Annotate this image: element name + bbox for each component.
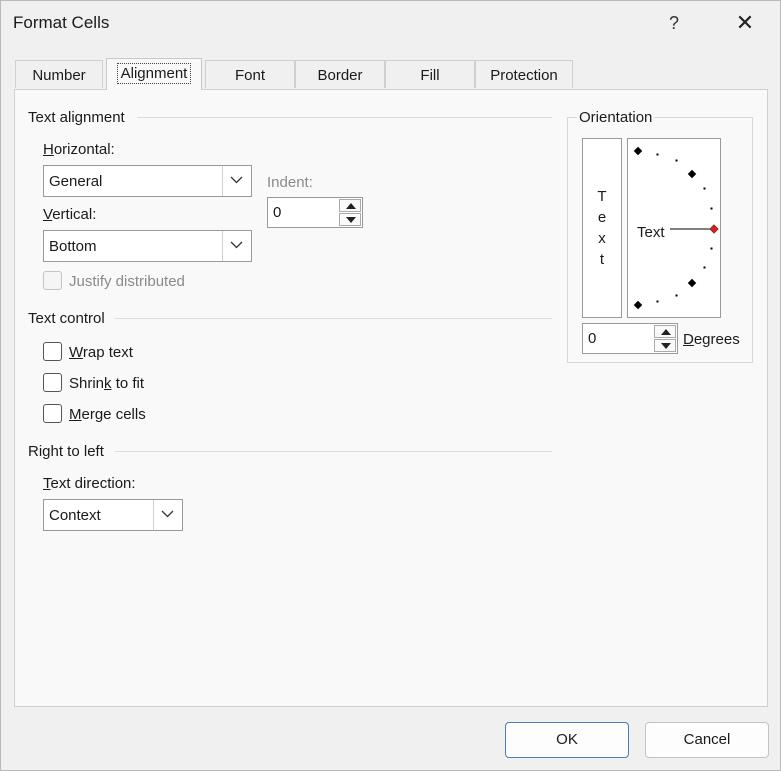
- vertical-text-letter: T: [597, 188, 607, 205]
- chevron-down-icon[interactable]: [222, 231, 251, 261]
- text-direction-label: Text direction:: [43, 475, 136, 492]
- tab-label: Font: [234, 67, 265, 84]
- shrink-to-fit-label: Shrink to fit: [69, 375, 145, 392]
- merge-cells-label: Merge cells: [69, 406, 146, 423]
- justify-distributed-label: Justify distributed: [69, 273, 185, 290]
- help-button[interactable]: ?: [655, 9, 693, 37]
- tab-font[interactable]: Font: [205, 60, 295, 88]
- tab-label: Number: [32, 67, 86, 84]
- vertical-text-letter: x: [598, 230, 606, 247]
- format-cells-dialog: Format Cells ? ✕ Number Alignment Font B…: [0, 0, 781, 771]
- tab-protection[interactable]: Protection: [475, 60, 573, 88]
- degrees-value: 0: [588, 330, 597, 347]
- spin-up-icon[interactable]: [339, 199, 361, 212]
- group-divider: [115, 451, 552, 452]
- orientation-heading: Orientation: [577, 109, 655, 126]
- vertical-label: Vertical:: [43, 206, 97, 223]
- dialog-title: Format Cells: [13, 13, 110, 32]
- tab-label: Border: [317, 67, 363, 84]
- ok-button[interactable]: OK: [505, 722, 629, 758]
- tab-fill[interactable]: Fill: [385, 60, 475, 88]
- text-control-heading: Text control: [28, 310, 105, 327]
- tab-label: Alignment: [116, 63, 192, 84]
- tab-border[interactable]: Border: [295, 60, 385, 88]
- right-to-left-heading: Right to left: [28, 443, 104, 460]
- cancel-button[interactable]: Cancel: [645, 722, 769, 758]
- spin-down-icon[interactable]: [654, 339, 676, 352]
- indent-value: 0: [273, 204, 282, 221]
- tab-alignment[interactable]: Alignment: [106, 58, 202, 90]
- dial-text-label: Text: [637, 224, 665, 241]
- chevron-down-icon[interactable]: [222, 166, 251, 196]
- wrap-text-checkbox[interactable]: [43, 342, 62, 361]
- justify-distributed-checkbox[interactable]: [43, 271, 62, 290]
- horizontal-select[interactable]: General: [43, 165, 252, 197]
- indent-stepper[interactable]: 0: [267, 197, 363, 228]
- horizontal-label: Horizontal:: [43, 141, 115, 158]
- vertical-select[interactable]: Bottom: [43, 230, 252, 262]
- title-bar: Format Cells ? ✕: [1, 1, 780, 45]
- degrees-label: Degrees: [683, 331, 740, 348]
- horizontal-value: General: [49, 173, 103, 190]
- tab-number[interactable]: Number: [15, 60, 103, 88]
- text-direction-value: Context: [49, 507, 101, 524]
- indent-label: Indent:: [267, 174, 313, 191]
- vertical-value: Bottom: [49, 238, 97, 255]
- text-direction-select[interactable]: Context: [43, 499, 183, 531]
- close-button[interactable]: ✕: [725, 9, 765, 37]
- shrink-to-fit-checkbox[interactable]: [43, 373, 62, 392]
- group-divider: [115, 318, 552, 319]
- vertical-text-letter: t: [599, 251, 605, 268]
- tab-label: Fill: [420, 67, 440, 84]
- wrap-text-label: Wrap text: [69, 344, 133, 361]
- vertical-text-letter: e: [597, 209, 607, 226]
- tab-label: Protection: [490, 67, 558, 84]
- vertical-text-button[interactable]: T e x t: [582, 138, 622, 318]
- spin-down-icon[interactable]: [339, 213, 361, 226]
- merge-cells-checkbox[interactable]: [43, 404, 62, 423]
- text-alignment-heading: Text alignment: [28, 109, 125, 126]
- group-divider: [137, 117, 552, 118]
- chevron-down-icon[interactable]: [153, 500, 182, 530]
- spin-up-icon[interactable]: [654, 325, 676, 338]
- orientation-dial[interactable]: Text: [627, 138, 721, 318]
- degrees-stepper[interactable]: 0: [582, 323, 678, 354]
